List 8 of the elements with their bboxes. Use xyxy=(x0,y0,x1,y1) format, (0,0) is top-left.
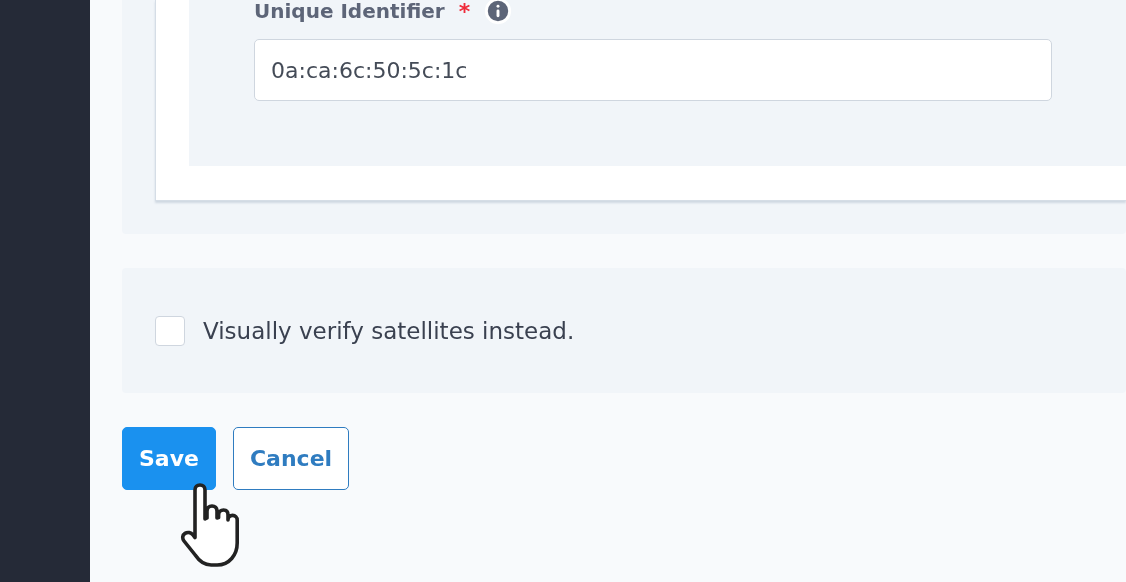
checkbox-label: Visually verify satellites instead. xyxy=(203,317,575,344)
field-label: Unique Identifier xyxy=(254,0,445,23)
info-icon[interactable] xyxy=(484,0,513,25)
required-mark: * xyxy=(458,0,471,24)
cancel-button[interactable]: Cancel xyxy=(232,427,350,490)
checkbox[interactable] xyxy=(155,315,185,346)
save-button[interactable]: Save xyxy=(122,427,216,490)
identifier-input[interactable]: 0a:ca:6c:50:5c:1c xyxy=(254,39,1052,101)
